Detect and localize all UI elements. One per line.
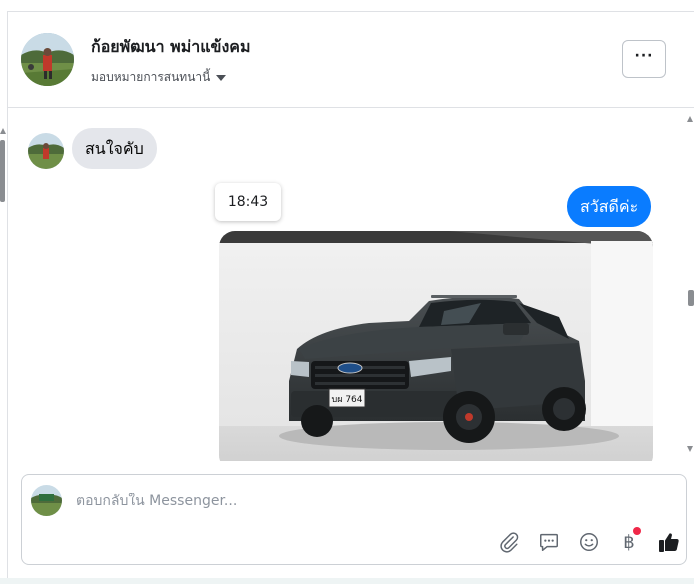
left-scrollbar[interactable] bbox=[0, 118, 6, 463]
scroll-thumb[interactable] bbox=[0, 140, 5, 202]
assign-label: มอบหมายการสนทนานี้ bbox=[91, 70, 211, 84]
avatar[interactable] bbox=[28, 133, 64, 169]
paperclip-icon bbox=[500, 532, 519, 553]
avatar bbox=[31, 485, 62, 516]
page-title: ก้อยพัฒนา พม่าแข้งคม bbox=[91, 37, 251, 56]
assign-conversation-dropdown[interactable]: มอบหมายการสนทนานี้ bbox=[91, 68, 227, 87]
composer-toolbar: ฿ bbox=[494, 527, 684, 557]
scroll-down-arrow-icon[interactable] bbox=[687, 446, 693, 452]
attached-photo[interactable]: บผ 764 bbox=[219, 231, 653, 461]
more-options-label: ··· bbox=[634, 48, 654, 64]
license-plate-text: บผ 764 bbox=[331, 395, 362, 405]
reply-composer: ฿ bbox=[21, 474, 687, 565]
emoji-button[interactable] bbox=[574, 527, 604, 557]
baht-payment-icon: ฿ bbox=[623, 531, 635, 553]
avatar[interactable] bbox=[21, 33, 74, 86]
saved-replies-button[interactable] bbox=[534, 527, 564, 557]
more-options-button[interactable]: ··· bbox=[622, 40, 666, 78]
scroll-thumb[interactable] bbox=[688, 290, 694, 306]
incoming-message-bubble[interactable]: สนใจคับ bbox=[72, 128, 157, 169]
scroll-up-arrow-icon[interactable] bbox=[687, 116, 693, 122]
payment-button[interactable]: ฿ bbox=[614, 527, 644, 557]
scroll-up-arrow-icon[interactable] bbox=[0, 128, 6, 134]
reply-input[interactable] bbox=[76, 493, 636, 509]
saved-reply-icon bbox=[540, 533, 558, 551]
outgoing-message-bubble[interactable]: สวัสดีค่ะ bbox=[567, 186, 652, 227]
right-scrollbar[interactable] bbox=[686, 108, 694, 463]
timestamp-tooltip: 18:43 bbox=[215, 183, 281, 221]
message-thread: สนใจคับ 18:43 สวัสดีค่ะ บผ 764 bbox=[8, 109, 686, 461]
like-button[interactable] bbox=[654, 527, 684, 557]
like-icon bbox=[659, 533, 679, 552]
emoji-icon bbox=[580, 533, 598, 551]
caret-down-icon bbox=[216, 74, 227, 81]
conversation-header: ก้อยพัฒนา พม่าแข้งคม มอบหมายการสนทนานี้ … bbox=[8, 12, 694, 108]
bottom-divider bbox=[0, 578, 694, 584]
attach-button[interactable] bbox=[494, 527, 524, 557]
notification-dot bbox=[633, 527, 641, 535]
